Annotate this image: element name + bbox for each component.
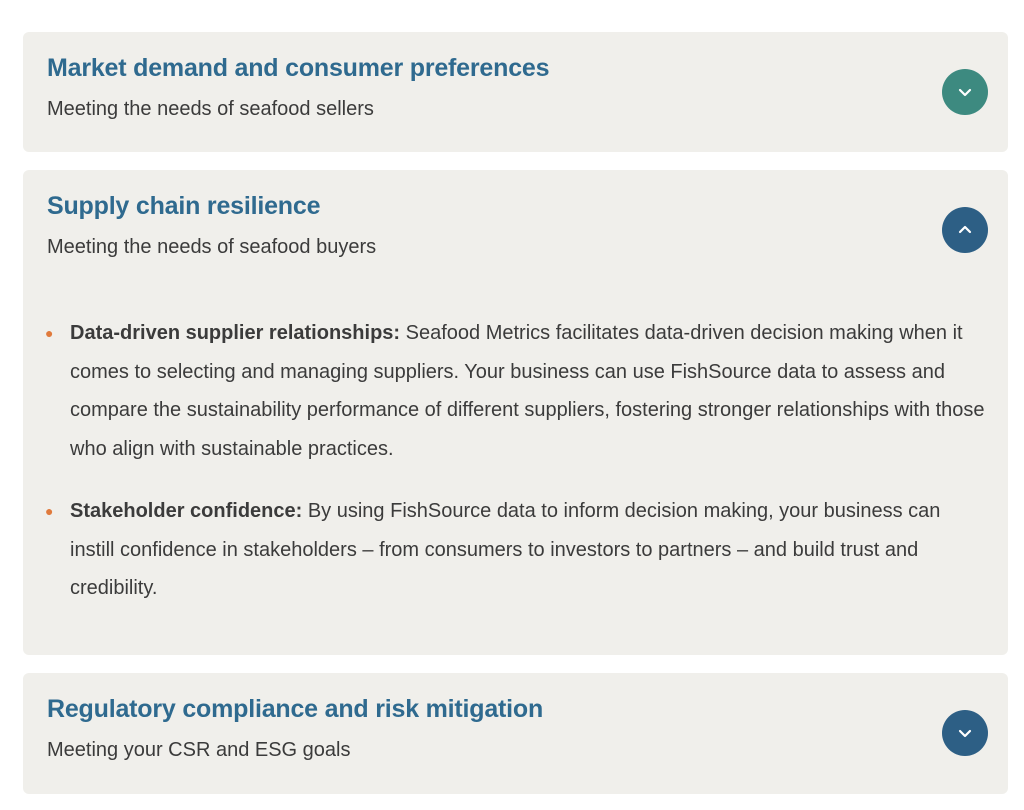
bullet-lead-text: Data-driven supplier relationships: [70,322,401,344]
list-item: ● Data-driven supplier relationships: Se… [43,314,988,468]
accordion-item-market-demand[interactable]: Market demand and consumer preferences M… [23,32,1008,152]
accordion-item-supply-chain[interactable]: Supply chain resilience Meeting the need… [23,170,1008,655]
chevron-down-icon [958,729,972,738]
bullet-lead-text: Stakeholder confidence: [70,500,303,522]
accordion-item-title[interactable]: Market demand and consumer preferences [47,54,550,83]
collapse-toggle-button[interactable] [942,207,988,253]
list-item: ● Stakeholder confidence: By using FishS… [43,492,988,608]
accordion-item-subtitle: Meeting the needs of seafood sellers [47,98,374,120]
expand-toggle-button[interactable] [942,69,988,115]
accordion-item-title[interactable]: Supply chain resilience [47,192,320,221]
accordion-item-regulatory-compliance[interactable]: Regulatory compliance and risk mitigatio… [23,673,1008,794]
accordion-item-subtitle: Meeting your CSR and ESG goals [47,739,351,761]
accordion-item-title[interactable]: Regulatory compliance and risk mitigatio… [47,695,543,724]
accordion-content-list: ● Data-driven supplier relationships: Se… [43,314,988,632]
bullet-marker-icon: ● [45,503,54,519]
expand-toggle-button[interactable] [942,710,988,756]
bullet-marker-icon: ● [45,325,54,341]
chevron-down-icon [958,88,972,97]
accordion-item-subtitle: Meeting the needs of seafood buyers [47,236,377,258]
chevron-up-icon [958,225,972,234]
